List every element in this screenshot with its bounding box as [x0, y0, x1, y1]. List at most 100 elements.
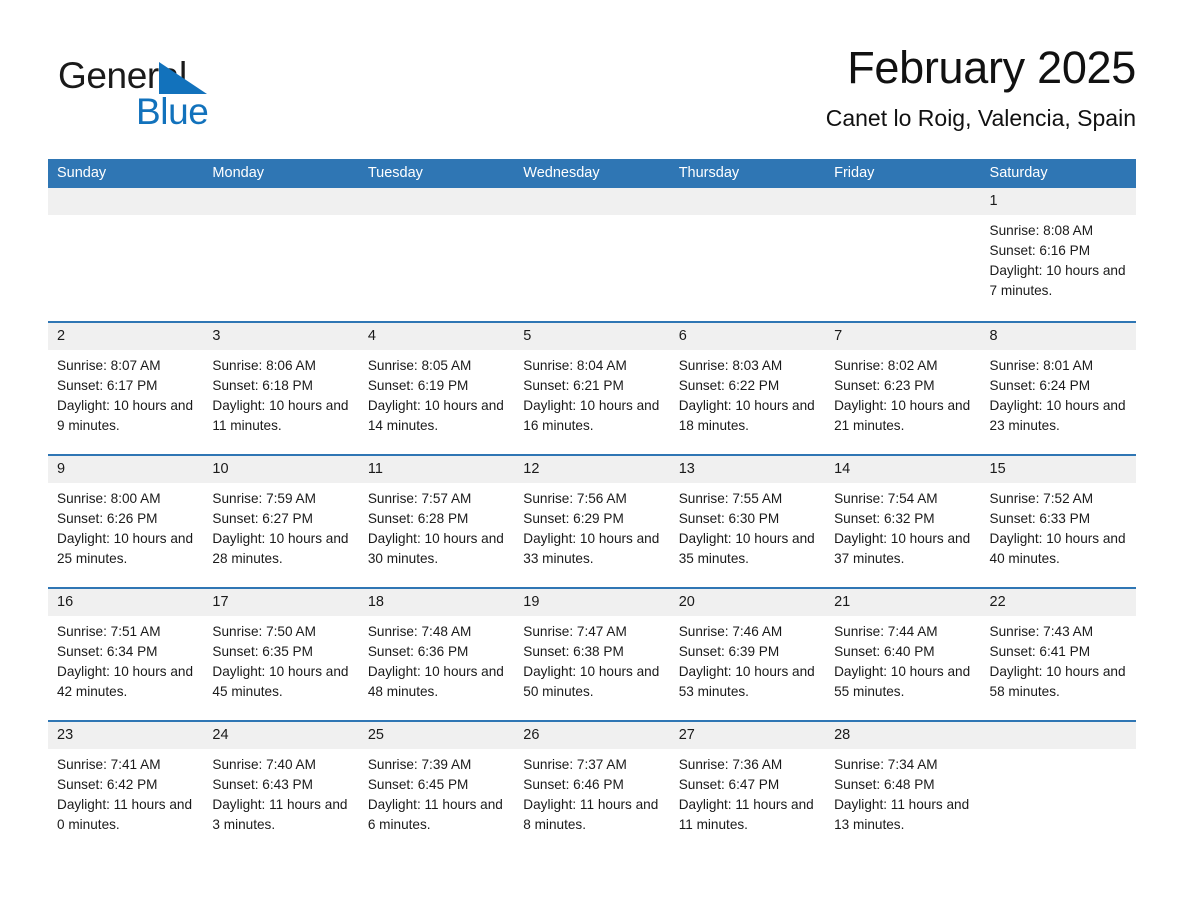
- day-number: 9: [57, 461, 66, 477]
- calendar-day-cell-empty: [825, 188, 981, 321]
- day-number: 25: [367, 727, 384, 743]
- calendar-day-cell[interactable]: 26 Sunrise: 7:37 AM Sunset: 6:46 PM Dayligh…: [514, 722, 670, 853]
- day-number: 17: [212, 594, 229, 610]
- calendar-day-cell[interactable]: 20 Sunrise: 7:46 AM Sunset: 6:39 PM Dayligh…: [669, 589, 826, 720]
- calendar-day-cell[interactable]: 27 Sunrise: 7:36 AM Sunset: 6:47 PM Dayligh…: [669, 722, 826, 853]
- sunset-text: Sunset: 6:48 PM: [834, 777, 935, 792]
- day-number: 12: [523, 461, 540, 477]
- sunrise-text: Sunrise: 8:07 AM: [57, 358, 161, 373]
- sunset-text: Sunset: 6:21 PM: [523, 378, 624, 393]
- day-number-band: 7: [825, 323, 981, 350]
- day-number: 21: [834, 594, 851, 610]
- daylight-text: Daylight: 10 hours and 21 minutes.: [834, 398, 971, 433]
- daylight-text: Daylight: 10 hours and 37 minutes.: [834, 531, 971, 566]
- sunset-text: Sunset: 6:19 PM: [367, 378, 469, 393]
- calendar-day-cell[interactable]: 8 Sunrise: 8:01 AM Sunset: 6:24 PM Daylight…: [980, 323, 1136, 454]
- daylight-text: Daylight: 11 hours and 6 minutes.: [367, 797, 503, 832]
- calendar-day-cell-empty: [980, 722, 1136, 853]
- calendar-day-cell[interactable]: 1 Sunrise: 8:08 AM Sunset: 6:16 PM Daylight…: [980, 188, 1136, 321]
- day-number: 13: [678, 461, 695, 477]
- calendar-day-cell[interactable]: 24 Sunrise: 7:40 AM Sunset: 6:43 PM Dayligh…: [203, 722, 359, 853]
- day-number-band: 22: [980, 589, 1136, 616]
- sunrise-text: Sunrise: 7:57 AM: [367, 491, 472, 506]
- weekday-header-row: Sunday Monday Tuesday Wednesday Thursday…: [48, 159, 1136, 188]
- calendar-day-cell[interactable]: 3 Sunrise: 8:06 AM Sunset: 6:18 PM Daylight…: [203, 323, 359, 454]
- sunrise-text: Sunrise: 7:36 AM: [678, 757, 783, 772]
- day-number: 16: [57, 594, 74, 610]
- calendar-day-cell[interactable]: 2 Sunrise: 8:07 AM Sunset: 6:17 PM Daylight…: [48, 323, 204, 454]
- page-title: February 2025: [847, 42, 1136, 93]
- sunset-text: Sunset: 6:17 PM: [57, 378, 158, 393]
- sunset-text: Sunset: 6:24 PM: [989, 378, 1091, 393]
- calendar-day-cell[interactable]: 17 Sunrise: 7:50 AM Sunset: 6:35 PM Dayligh…: [203, 589, 359, 720]
- calendar-day-cell-empty: [203, 188, 359, 321]
- sunrise-text: Sunrise: 8:03 AM: [678, 358, 783, 373]
- calendar-day-cell[interactable]: 19 Sunrise: 7:47 AM Sunset: 6:38 PM Dayligh…: [514, 589, 670, 720]
- day-number: 26: [523, 727, 540, 743]
- sunset-text: Sunset: 6:36 PM: [367, 644, 469, 659]
- weekday-header-wednesday: Wednesday: [523, 165, 600, 181]
- daylight-text: Daylight: 10 hours and 9 minutes.: [57, 398, 194, 433]
- daylight-text: Daylight: 11 hours and 13 minutes.: [834, 797, 970, 832]
- day-number: 15: [989, 461, 1006, 477]
- sunset-text: Sunset: 6:23 PM: [834, 378, 935, 393]
- calendar-day-cell[interactable]: 18 Sunrise: 7:48 AM Sunset: 6:36 PM Dayligh…: [358, 589, 515, 720]
- calendar-day-cell[interactable]: 25 Sunrise: 7:39 AM Sunset: 6:45 PM Dayligh…: [358, 722, 515, 853]
- calendar-day-cell-empty: [514, 188, 670, 321]
- calendar-day-cell[interactable]: 22 Sunrise: 7:43 AM Sunset: 6:41 PM Dayligh…: [980, 589, 1136, 720]
- day-number-band: [980, 722, 1136, 749]
- day-details: Sunrise: 8:06 AM Sunset: 6:18 PM Daylight:…: [203, 350, 358, 436]
- daylight-text: Daylight: 10 hours and 23 minutes.: [989, 398, 1126, 433]
- daylight-text: Daylight: 10 hours and 48 minutes.: [367, 664, 504, 699]
- daylight-text: Daylight: 10 hours and 58 minutes.: [989, 664, 1126, 699]
- sunset-text: Sunset: 6:16 PM: [989, 243, 1091, 258]
- sunrise-text: Sunrise: 7:43 AM: [989, 624, 1094, 639]
- weekday-header-monday: Monday: [212, 165, 265, 181]
- sunset-text: Sunset: 6:42 PM: [57, 777, 158, 792]
- calendar-day-cell[interactable]: 9 Sunrise: 8:00 AM Sunset: 6:26 PM Daylight…: [48, 456, 204, 587]
- calendar-day-cell[interactable]: 16 Sunrise: 7:51 AM Sunset: 6:34 PM Dayligh…: [48, 589, 204, 720]
- general-blue-logo[interactable]: General Blue: [58, 54, 358, 136]
- sunrise-text: Sunrise: 8:06 AM: [212, 358, 316, 373]
- calendar-day-cell[interactable]: 5 Sunrise: 8:04 AM Sunset: 6:21 PM Daylight…: [514, 323, 670, 454]
- sunset-text: Sunset: 6:27 PM: [212, 511, 313, 526]
- calendar-day-cell[interactable]: 23 Sunrise: 7:41 AM Sunset: 6:42 PM Dayligh…: [48, 722, 204, 853]
- weekday-header-sunday: Sunday: [57, 165, 107, 181]
- daylight-text: Daylight: 10 hours and 40 minutes.: [989, 531, 1126, 566]
- calendar-day-cell[interactable]: 12 Sunrise: 7:56 AM Sunset: 6:29 PM Dayligh…: [514, 456, 670, 587]
- day-details: Sunrise: 7:51 AM Sunset: 6:34 PM Daylight:…: [48, 616, 203, 702]
- calendar-day-cell[interactable]: 6 Sunrise: 8:03 AM Sunset: 6:22 PM Daylight…: [669, 323, 826, 454]
- day-details: Sunrise: 7:54 AM Sunset: 6:32 PM Daylight:…: [825, 483, 980, 569]
- calendar-day-cell[interactable]: 4 Sunrise: 8:05 AM Sunset: 6:19 PM Daylight…: [358, 323, 515, 454]
- day-details: Sunrise: 7:44 AM Sunset: 6:40 PM Daylight:…: [825, 616, 980, 702]
- day-number-band: [358, 188, 515, 215]
- sunset-text: Sunset: 6:41 PM: [989, 644, 1091, 659]
- calendar-day-cell[interactable]: 7 Sunrise: 8:02 AM Sunset: 6:23 PM Daylight…: [825, 323, 981, 454]
- daylight-text: Daylight: 10 hours and 11 minutes.: [212, 398, 349, 433]
- day-number: 3: [212, 328, 221, 344]
- calendar-day-cell[interactable]: 14 Sunrise: 7:54 AM Sunset: 6:32 PM Dayligh…: [825, 456, 981, 587]
- daylight-text: Daylight: 11 hours and 8 minutes.: [523, 797, 659, 832]
- sunset-text: Sunset: 6:22 PM: [678, 378, 780, 393]
- calendar-day-cell[interactable]: 28 Sunrise: 7:34 AM Sunset: 6:48 PM Dayligh…: [825, 722, 981, 853]
- calendar-week-row: 1 Sunrise: 8:08 AM Sunset: 6:16 PM Daylight…: [48, 188, 1136, 321]
- sunset-text: Sunset: 6:35 PM: [212, 644, 313, 659]
- calendar-day-cell[interactable]: 11 Sunrise: 7:57 AM Sunset: 6:28 PM Dayligh…: [358, 456, 515, 587]
- day-number-band: 25: [358, 722, 515, 749]
- calendar-day-cell-empty: [358, 188, 515, 321]
- day-details: Sunrise: 7:40 AM Sunset: 6:43 PM Daylight:…: [203, 749, 358, 835]
- calendar-week-row: 2 Sunrise: 8:07 AM Sunset: 6:17 PM Daylight…: [48, 321, 1136, 454]
- sunset-text: Sunset: 6:26 PM: [57, 511, 158, 526]
- day-number: 28: [834, 727, 851, 743]
- calendar-day-cell[interactable]: 10 Sunrise: 7:59 AM Sunset: 6:27 PM Dayligh…: [203, 456, 359, 587]
- calendar-week-row: 16 Sunrise: 7:51 AM Sunset: 6:34 PM Dayligh…: [48, 587, 1136, 720]
- calendar-day-cell[interactable]: 15 Sunrise: 7:52 AM Sunset: 6:33 PM Dayligh…: [980, 456, 1136, 587]
- calendar-day-cell[interactable]: 21 Sunrise: 7:44 AM Sunset: 6:40 PM Dayligh…: [825, 589, 981, 720]
- weekday-header-saturday: Saturday: [989, 165, 1048, 181]
- daylight-text: Daylight: 10 hours and 55 minutes.: [834, 664, 971, 699]
- sunset-text: Sunset: 6:39 PM: [678, 644, 780, 659]
- calendar-page: General Blue February 2025 Canet lo Roig…: [0, 0, 1188, 918]
- calendar-day-cell[interactable]: 13 Sunrise: 7:55 AM Sunset: 6:30 PM Dayligh…: [669, 456, 826, 587]
- page-header: General Blue February 2025 Canet lo Roig…: [48, 40, 1136, 150]
- day-number-band: 12: [514, 456, 670, 483]
